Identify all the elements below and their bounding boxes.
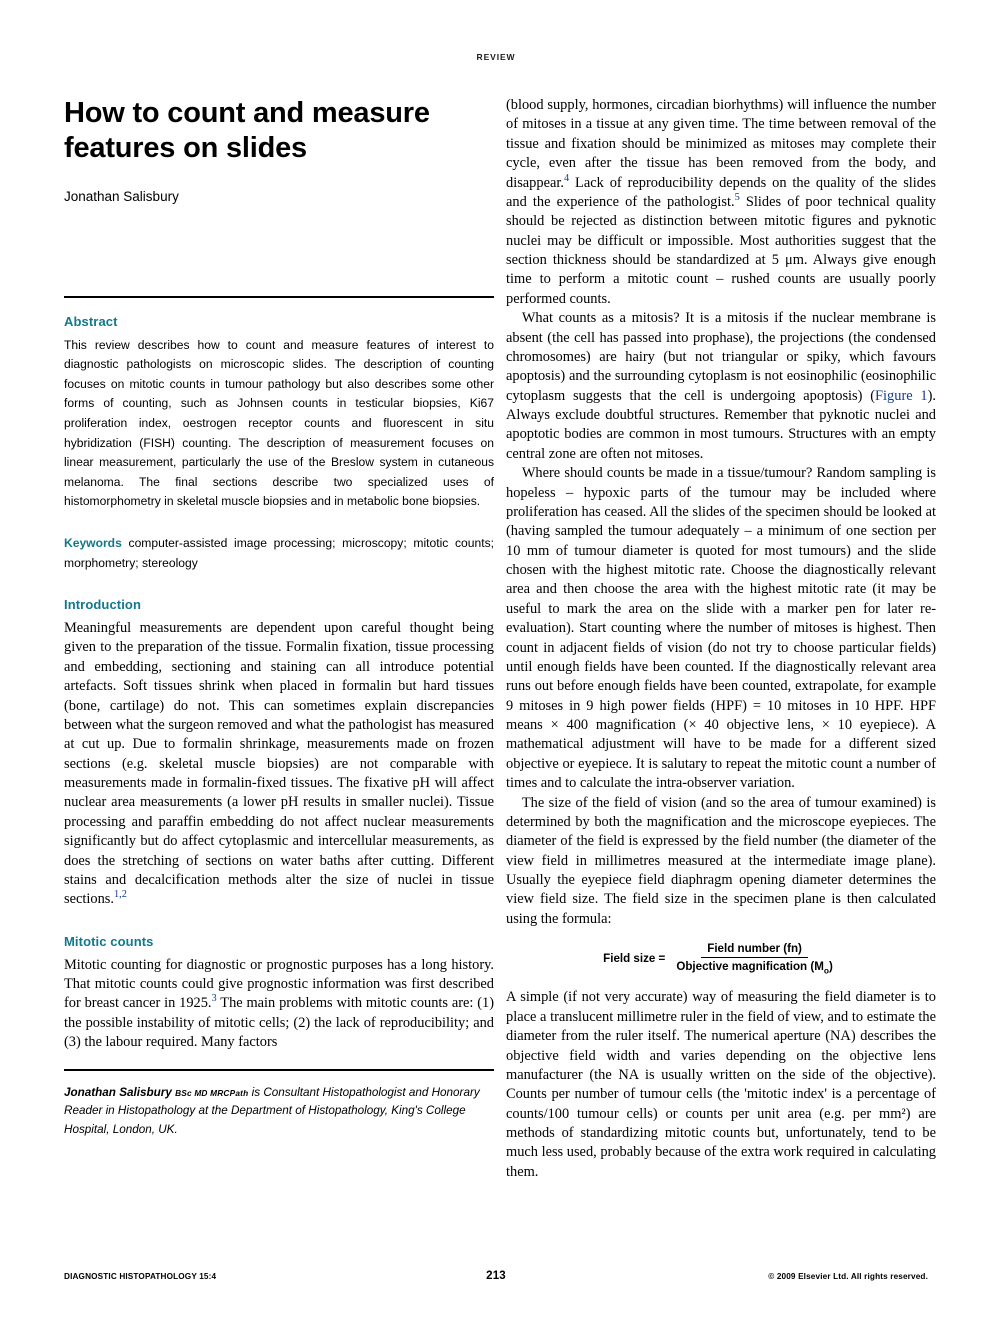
right-paragraph-4: The size of the field of vision (and so … bbox=[506, 794, 936, 927]
footer-copyright: © 2009 Elsevier Ltd. All rights reserved… bbox=[768, 1272, 928, 1281]
introduction-paragraph: Meaningful measurements are dependent up… bbox=[64, 619, 494, 910]
right-p1-text-c: Slides of poor technical quality should … bbox=[506, 193, 936, 307]
mitotic-counts-paragraph: Mitotic counting for diagnostic or progn… bbox=[64, 956, 494, 1053]
right-paragraph-1: (blood supply, hormones, circadian biorh… bbox=[506, 96, 936, 309]
keywords-text: computer-assisted image processing; micr… bbox=[64, 535, 494, 570]
mitotic-counts-heading: Mitotic counts bbox=[64, 933, 154, 949]
footer-journal: DIAGNOSTIC HISTOPATHOLOGY 15:4 bbox=[64, 1272, 217, 1281]
abstract-divider bbox=[64, 295, 494, 298]
right-paragraph-3: Where should counts be made in a tissue/… bbox=[506, 465, 936, 792]
page-footer: DIAGNOSTIC HISTOPATHOLOGY 15:4 213 © 200… bbox=[64, 1270, 928, 1288]
right-paragraph-5: A simple (if not very accurate) way of m… bbox=[506, 989, 936, 1180]
introduction-heading: Introduction bbox=[64, 597, 142, 613]
right-p2-text-a: What counts as a mitosis? It is a mitosi… bbox=[506, 310, 936, 404]
abstract-text: This review describes how to count and m… bbox=[64, 337, 494, 509]
bio-divider bbox=[64, 1068, 494, 1071]
abstract-heading: Abstract bbox=[64, 313, 118, 329]
title-line-1: How to count and measure bbox=[64, 96, 494, 131]
figure-1-link[interactable]: Figure 1 bbox=[875, 388, 928, 404]
keywords-label: Keywords bbox=[64, 535, 122, 550]
formula-denominator-end: ) bbox=[828, 960, 833, 974]
running-head: REVIEW bbox=[476, 52, 516, 62]
author-name: Jonathan Salisbury bbox=[64, 188, 179, 204]
footer-page-number: 213 bbox=[486, 1270, 506, 1282]
keywords-line: Keywords computer-assisted image process… bbox=[64, 534, 494, 573]
article-page: REVIEW How to count and measure features… bbox=[0, 0, 992, 1323]
author-bio-name: Jonathan Salisbury bbox=[64, 1085, 172, 1099]
citation-link-1-2[interactable]: 1,2 bbox=[114, 890, 127, 901]
right-column: (blood supply, hormones, circadian biorh… bbox=[506, 96, 936, 1182]
formula-denominator-main: Objective magnification (M bbox=[676, 960, 824, 974]
title-line-2: features on slides bbox=[64, 132, 307, 165]
author-bio-degrees: BSc MD MRCPath bbox=[175, 1087, 249, 1098]
formula-left-hand-side: Field size = bbox=[603, 952, 666, 966]
right-paragraph-2: What counts as a mitosis? It is a mitosi… bbox=[506, 309, 936, 464]
field-size-formula: Field size = Field number (fn) Objective… bbox=[506, 942, 936, 975]
title-line-1-text: How to count and measure bbox=[64, 97, 430, 129]
formula-denominator: Objective magnification (Mo) bbox=[670, 958, 839, 975]
formula-numerator: Field number (fn) bbox=[701, 942, 808, 959]
introduction-paragraph-text: Meaningful measurements are dependent up… bbox=[64, 620, 494, 908]
formula-fraction: Field number (fn) Objective magnificatio… bbox=[670, 942, 839, 975]
left-column: How to count and measure features on sli… bbox=[64, 96, 494, 1139]
page-title: How to count and measure features on sli… bbox=[64, 96, 494, 167]
author-bio: Jonathan Salisbury BSc MD MRCPath is Con… bbox=[64, 1084, 494, 1139]
